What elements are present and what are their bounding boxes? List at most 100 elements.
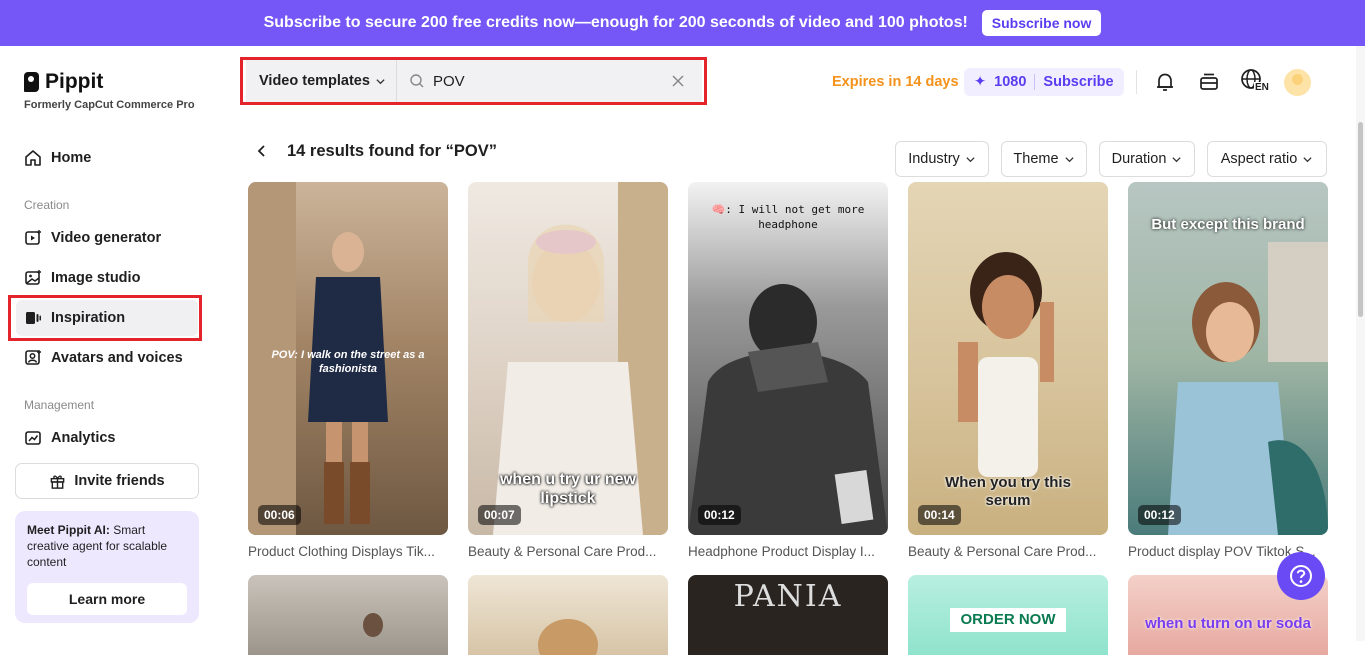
template-thumbnail — [538, 619, 598, 655]
filter-theme[interactable]: Theme — [1001, 141, 1087, 177]
template-overlay-text: ORDER NOW — [950, 608, 1066, 632]
duration-badge: 00:14 — [918, 505, 961, 525]
credits-widget[interactable]: ✦ 1080 Subscribe — [964, 68, 1124, 96]
search-type-label: Video templates — [259, 73, 370, 89]
template-card[interactable]: But except this brand 00:12 — [1128, 182, 1328, 535]
question-mark-icon — [1290, 565, 1312, 587]
scrollbar-thumb[interactable] — [1358, 122, 1363, 317]
template-thumbnail — [1168, 242, 1328, 535]
duration-badge: 00:12 — [1138, 505, 1181, 525]
sidebar-item-video-generator[interactable]: Video generator — [16, 220, 198, 256]
sidebar-item-avatars-and-voices[interactable]: Avatars and voices — [16, 340, 198, 376]
brand-subtitle: Formerly CapCut Commerce Pro — [24, 99, 195, 111]
sidebar-item-label: Image studio — [51, 270, 141, 286]
video-generator-icon — [25, 230, 41, 245]
template-overlay-text: 🧠: I will not get more headphone — [711, 203, 865, 231]
expires-label: Expires in 14 days — [832, 74, 959, 90]
credits-count: 1080 — [994, 74, 1027, 90]
invite-friends-label: Invite friends — [74, 473, 165, 489]
template-overlay-text: when u turn on ur soda — [1145, 615, 1311, 632]
chevron-down-icon — [376, 78, 385, 84]
sidebar-item-label: Video generator — [51, 230, 162, 246]
chevron-down-icon — [1303, 156, 1312, 162]
promo-banner: Subscribe to secure 200 free credits now… — [0, 0, 1365, 46]
header-divider — [1136, 70, 1137, 94]
logo[interactable]: Pippit — [24, 70, 103, 94]
sidebar-item-label: Inspiration — [51, 310, 126, 326]
search-input[interactable] — [432, 72, 663, 90]
template-overlay-text: PANIA — [733, 579, 843, 614]
home-icon — [25, 150, 41, 166]
learn-more-button[interactable]: Learn more — [27, 583, 187, 615]
sidebar-item-analytics[interactable]: Analytics — [16, 420, 198, 456]
image-studio-icon — [25, 270, 41, 285]
filter-label: Duration — [1111, 151, 1167, 167]
bell-icon[interactable] — [1152, 69, 1178, 95]
template-title[interactable]: Headphone Product Display I... — [688, 544, 888, 559]
results-count: 14 results found for “POV” — [287, 142, 497, 160]
sidebar-item-image-studio[interactable]: Image studio — [16, 260, 198, 296]
template-title[interactable]: Beauty & Personal Care Prod... — [468, 544, 668, 559]
chevron-left-icon[interactable] — [254, 143, 270, 159]
sidebar-item-label: Avatars and voices — [51, 350, 183, 366]
invite-friends-button[interactable]: Invite friends — [15, 463, 199, 499]
close-icon[interactable] — [670, 73, 686, 89]
sidebar-item-label: Analytics — [51, 430, 116, 446]
sidebar-item-inspiration[interactable]: Inspiration — [16, 300, 198, 336]
sidebar-item-label: Home — [51, 150, 92, 166]
promo-card-bold: Meet Pippit AI: — [27, 523, 110, 537]
sidebar: Pippit Formerly CapCut Commerce Pro Home… — [0, 46, 212, 641]
filter-industry[interactable]: Industry — [895, 141, 989, 177]
subscribe-now-button[interactable]: Subscribe now — [981, 10, 1102, 36]
promo-card-text: Meet Pippit AI: Smart creative agent for… — [27, 522, 187, 570]
inbox-icon[interactable] — [1196, 69, 1222, 95]
filter-aspect-ratio[interactable]: Aspect ratio — [1207, 141, 1327, 177]
template-card[interactable] — [468, 575, 668, 655]
template-thumbnail — [688, 284, 888, 535]
template-card[interactable]: PANIA — [688, 575, 888, 655]
template-title[interactable]: Beauty & Personal Care Prod... — [908, 544, 1108, 559]
pippit-logo-icon — [24, 72, 39, 92]
language-code: EN — [1254, 82, 1270, 93]
chevron-down-icon — [966, 156, 975, 162]
avatar-icon — [25, 350, 41, 365]
filter-duration[interactable]: Duration — [1099, 141, 1195, 177]
section-label-management: Management — [24, 398, 95, 412]
search-type-dropdown[interactable]: Video templates — [246, 60, 397, 102]
gift-icon — [51, 474, 65, 489]
filter-label: Industry — [908, 151, 960, 167]
analytics-icon — [25, 431, 41, 445]
section-label-creation: Creation — [24, 198, 70, 212]
template-title[interactable]: Product Clothing Displays Tik... — [248, 544, 448, 559]
template-card[interactable]: when u try ur new lipstick 00:07 — [468, 182, 668, 535]
promo-text: Subscribe to secure 200 free credits now… — [263, 14, 968, 31]
template-card[interactable]: 🧠: I will not get more headphone 00:12 — [688, 182, 888, 535]
duration-badge: 00:12 — [698, 505, 741, 525]
pippit-ai-promo-card: Meet Pippit AI: Smart creative agent for… — [15, 511, 199, 623]
sidebar-item-home[interactable]: Home — [16, 140, 198, 176]
template-thumbnail — [363, 613, 383, 637]
template-card[interactable]: ORDER NOW — [908, 575, 1108, 655]
template-overlay-text: But except this brand — [1151, 216, 1305, 233]
template-overlay-text: when u try ur new lipstick — [499, 471, 636, 507]
template-overlay-text: POV: I walk on the street as a fashionis… — [271, 349, 425, 375]
filter-label: Theme — [1013, 151, 1059, 167]
search-bar: Video templates — [246, 60, 702, 102]
credits-divider — [1034, 74, 1036, 90]
duration-badge: 00:07 — [478, 505, 521, 525]
template-card[interactable]: POV: I walk on the street as a fashionis… — [248, 182, 448, 535]
subscribe-link[interactable]: Subscribe — [1043, 74, 1113, 90]
avatar[interactable] — [1284, 69, 1311, 96]
inspiration-icon — [26, 312, 41, 324]
language-selector[interactable]: EN — [1240, 68, 1274, 96]
help-button[interactable] — [1277, 552, 1325, 600]
duration-badge: 00:06 — [258, 505, 301, 525]
brand-name: Pippit — [45, 70, 104, 93]
sparkle-icon: ✦ — [974, 74, 987, 90]
filter-label: Aspect ratio — [1220, 151, 1298, 167]
template-card[interactable]: When you try this serum 00:14 — [908, 182, 1108, 535]
search-icon — [410, 74, 424, 88]
template-card[interactable] — [248, 575, 448, 655]
search-field — [397, 72, 670, 90]
chevron-down-icon — [1064, 156, 1074, 162]
